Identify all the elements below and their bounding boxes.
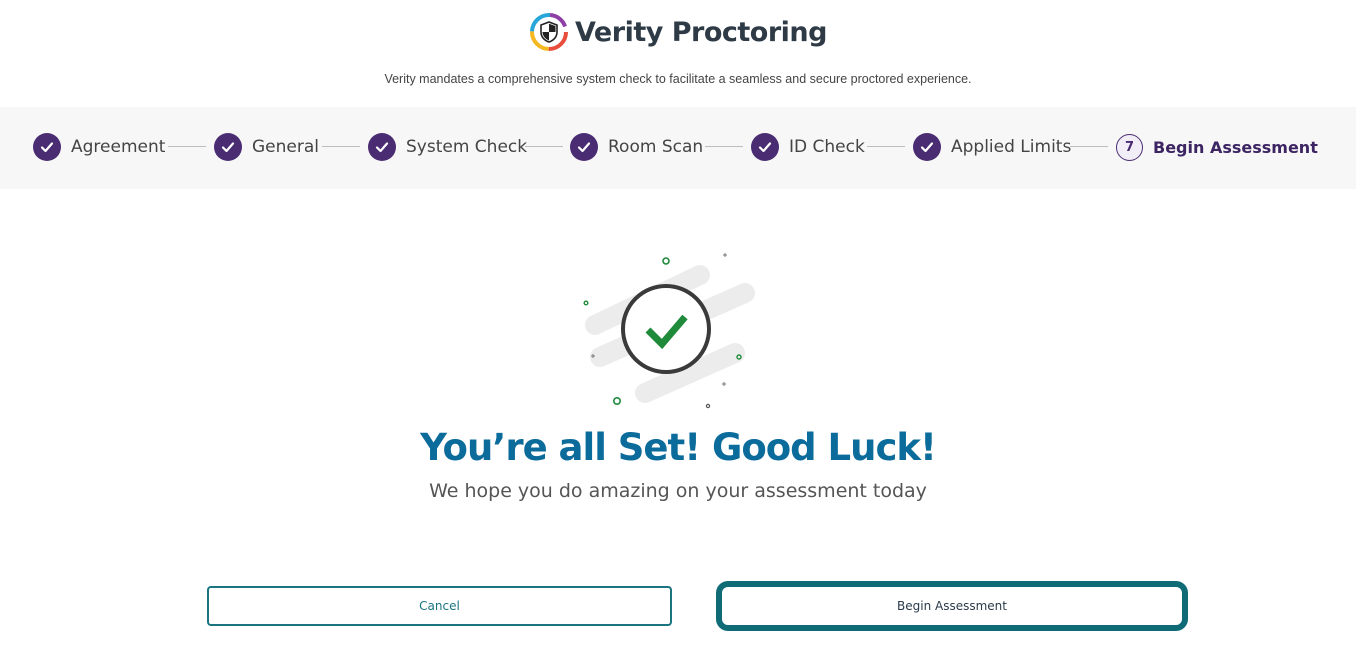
step-connector — [1070, 146, 1108, 147]
step-label: Applied Limits — [951, 137, 1072, 157]
step-connector — [867, 146, 905, 147]
begin-assessment-button[interactable]: Begin Assessment — [716, 581, 1188, 631]
check-icon — [33, 133, 61, 161]
success-headline: You’re all Set! Good Luck! — [420, 426, 937, 469]
step-general: General — [214, 132, 319, 162]
success-check-icon — [583, 253, 755, 409]
step-label: System Check — [406, 137, 528, 157]
step-connector — [322, 146, 360, 147]
page: Verity Proctoring Verity mandates a comp… — [0, 0, 1356, 666]
brand-header: Verity Proctoring — [0, 12, 1356, 52]
step-label: Begin Assessment — [1153, 137, 1318, 157]
cancel-button[interactable]: Cancel — [207, 586, 672, 626]
step-begin-assessment: 7 Begin Assessment — [1116, 132, 1318, 162]
success-message: We hope you do amazing on your assessmen… — [429, 480, 927, 502]
step-number: 7 — [1116, 133, 1143, 161]
step-connector — [168, 146, 206, 147]
verity-logo-icon — [530, 13, 569, 51]
check-icon — [368, 133, 396, 161]
step-label: Agreement — [71, 137, 166, 157]
brand-name: Verity Proctoring — [575, 16, 827, 48]
brand-subtitle: Verity mandates a comprehensive system c… — [384, 72, 972, 86]
step-agreement: Agreement — [33, 132, 165, 162]
step-label: ID Check — [789, 137, 865, 157]
step-connector — [705, 146, 743, 147]
step-label: Room Scan — [608, 137, 704, 157]
step-applied-limits: Applied Limits — [913, 132, 1071, 162]
check-icon — [751, 133, 779, 161]
step-system-check: System Check — [368, 132, 527, 162]
step-room-scan: Room Scan — [570, 132, 703, 162]
step-id-check: ID Check — [751, 132, 865, 162]
step-label: General — [252, 137, 319, 157]
check-icon — [913, 133, 941, 161]
check-icon — [570, 133, 598, 161]
check-icon — [214, 133, 242, 161]
step-connector — [525, 146, 563, 147]
